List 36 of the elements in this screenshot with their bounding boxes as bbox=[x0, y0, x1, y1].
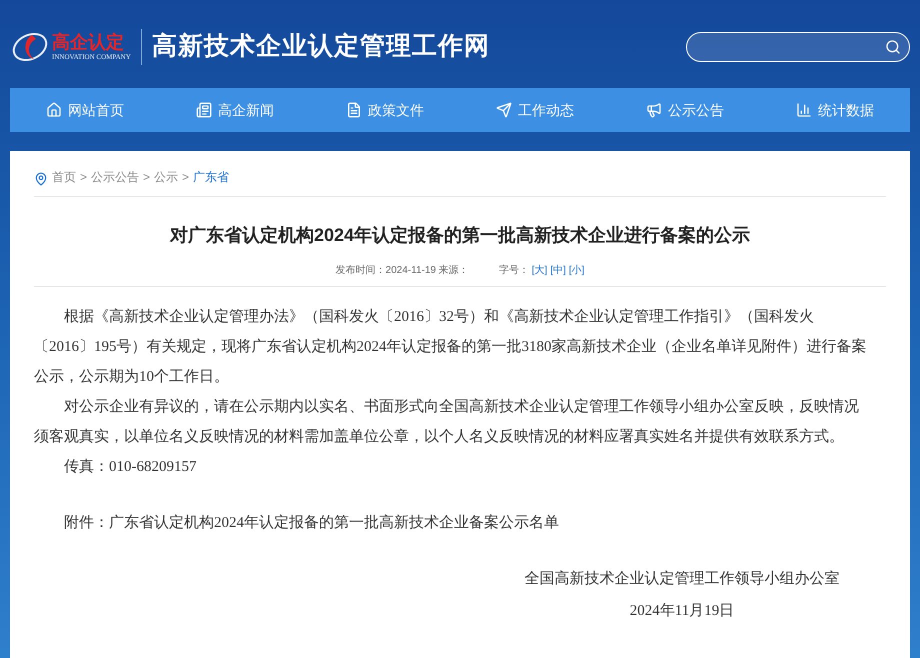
article-title: 对广东省认定机构2024年认定报备的第一批高新技术企业进行备案的公示 bbox=[168, 224, 752, 247]
article-paragraph: 对公示企业有异议的，请在公示期内以实名、书面形式向全国高新技术企业认定管理工作领导小组办公室反映，反映情况须客观真实，以单位名义反映情况的材料需加盖单位公章，以个人名义反映情况的材料应署真实姓名并提供有效联系方式。 bbox=[34, 397, 860, 447]
font-size-link[interactable]: [小] bbox=[568, 263, 584, 278]
bar-chart-icon bbox=[796, 102, 812, 118]
nav-link[interactable]: 统计数据 bbox=[760, 88, 910, 132]
font-size-label: 字号： bbox=[498, 264, 529, 278]
logo-text: 高企认定 bbox=[52, 33, 125, 51]
site-title: 高新技术企业认定管理工作网 bbox=[152, 31, 490, 62]
paper-plane-icon bbox=[496, 102, 512, 118]
breadcrumb-separator: > bbox=[143, 169, 150, 186]
font-size-link[interactable]: [大] bbox=[532, 263, 548, 278]
document-icon bbox=[346, 102, 362, 118]
breadcrumb-separator: > bbox=[80, 169, 88, 186]
article-paragraph: 根据《高新技术企业认定管理办法》（国科发火〔2016〕32号）和《高新技术企业认定管理工作指引》（国科发火〔2016〕195号）有关规定，现将广东省认定机构2024年认定报备的第一批3180家高新技术企业（企业名单详见附件）进行备案公示，公示期为10个工作日。 bbox=[34, 307, 868, 387]
signature-org: 全国高新技术企业认定管理工作领导小组办公室 bbox=[524, 569, 840, 589]
font-size-link[interactable]: [中] bbox=[550, 263, 566, 278]
home-icon bbox=[46, 102, 62, 118]
breadcrumb-link[interactable]: 公示 bbox=[154, 168, 178, 186]
article-paragraph: 附件：广东省认定机构2024年认定报备的第一批高新技术企业备案公示名单 bbox=[63, 513, 560, 533]
nav-link[interactable]: 公示公告 bbox=[610, 88, 760, 132]
nav-link[interactable]: 政策文件 bbox=[310, 88, 460, 132]
location-pin-icon bbox=[34, 172, 48, 186]
nav-link[interactable]: 网站首页 bbox=[10, 88, 160, 132]
nav-link[interactable]: 高企新闻 bbox=[160, 88, 310, 132]
megaphone-icon bbox=[646, 102, 662, 118]
breadcrumb-separator: > bbox=[182, 169, 190, 186]
breadcrumb-link[interactable]: 广东省 bbox=[193, 168, 230, 186]
article-paragraph: 传真：010-68209157 bbox=[63, 458, 198, 477]
search-field[interactable] bbox=[686, 32, 910, 62]
breadcrumb-link[interactable]: 首页 bbox=[52, 168, 76, 186]
signature-date: 2024年11月19日 bbox=[630, 602, 734, 621]
breadcrumb-link[interactable]: 公示公告 bbox=[91, 168, 140, 186]
publish-info: 发布时间：2024-11-19 来源： bbox=[336, 264, 469, 278]
search-icon[interactable] bbox=[885, 39, 901, 55]
newspaper-icon bbox=[196, 102, 212, 118]
nav-link[interactable]: 工作动态 bbox=[460, 88, 610, 132]
